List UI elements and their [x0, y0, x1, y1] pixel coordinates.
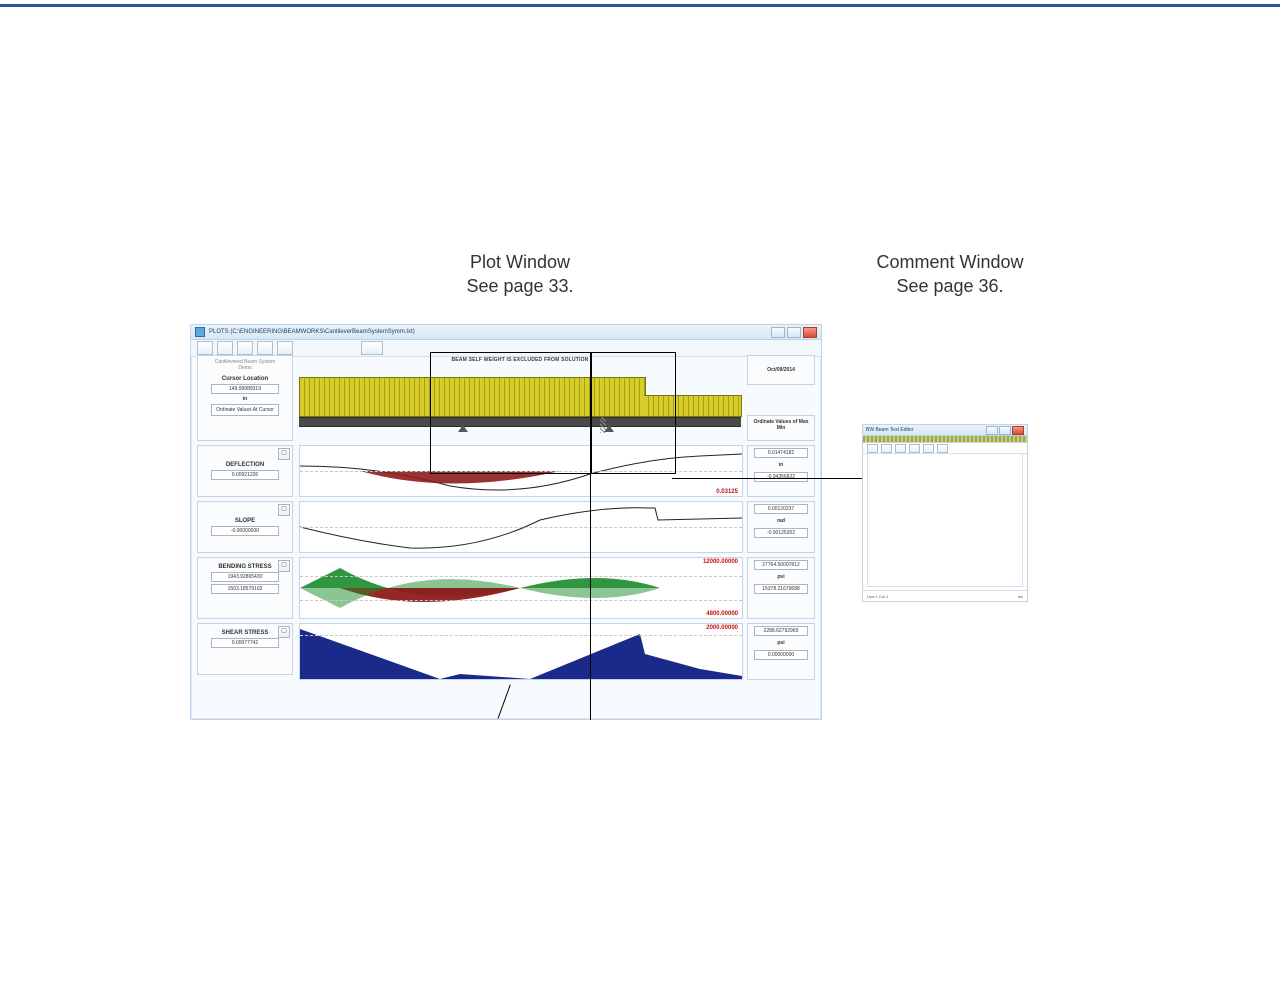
deflection-max: 0.01474182 — [754, 448, 809, 458]
page-top-rule — [0, 4, 1280, 7]
deflection-min: -0.04356822 — [754, 472, 809, 482]
plot-column: BEAM SELF WEIGHT IS EXCLUDED FROM SOLUTI… — [299, 355, 741, 719]
bending-ref-label-2: 4800.00000 — [706, 611, 738, 617]
shear-value: 0.00077742 — [211, 638, 279, 648]
ordinate-values-at-cursor-label: Ordinate Values At Cursor — [211, 404, 279, 416]
deflection-ref-label: 0.03125 — [716, 489, 738, 495]
bending-curve — [300, 558, 742, 618]
cursor-location-value: 149.99989319 — [211, 384, 279, 394]
shear-curve — [300, 624, 742, 679]
left-info-column: Cantilevered Beam System Demo Cursor Loc… — [197, 355, 293, 719]
comment-window-titlebar[interactable]: BW Beam Text Editor — [863, 425, 1027, 436]
comment-status-left: Line 1 Col 1 — [867, 594, 888, 599]
shear-ref-label: 2000.00000 — [706, 625, 738, 631]
annotation-comment-see: See page 36. — [810, 274, 1090, 298]
slope-toggle-icon[interactable]: ▢ — [278, 504, 290, 516]
shear-min: 0.00000000 — [754, 650, 809, 660]
support-left — [458, 425, 468, 432]
comment-window: BW Beam Text Editor Line 1 Col 1 Ins — [862, 424, 1028, 602]
deflection-plot[interactable]: 0.03125 — [299, 445, 743, 497]
comment-close-button[interactable] — [1012, 426, 1024, 435]
comment-status-right: Ins — [1018, 594, 1023, 599]
comment-minimize-button[interactable] — [986, 426, 998, 435]
annotation-arrow-line — [672, 478, 892, 479]
slope-label: SLOPE — [198, 516, 292, 524]
comment-tool-copy-icon[interactable] — [937, 444, 948, 453]
shear-unit-r: psi — [748, 638, 814, 648]
bending-plot[interactable]: 12000.00000 4800.00000 — [299, 557, 743, 619]
comment-tool-new-icon[interactable] — [867, 444, 878, 453]
comment-statusbar: Line 1 Col 1 Ins — [863, 590, 1027, 601]
annotation-plot-title: Plot Window — [380, 250, 660, 274]
cursor-location-label: Cursor Location — [198, 374, 292, 382]
toolbar-btn-1[interactable] — [197, 341, 213, 355]
comment-tool-save-icon[interactable] — [895, 444, 906, 453]
bending-max: 27764.50007812 — [754, 560, 809, 570]
toolbar-btn-4[interactable] — [257, 341, 273, 355]
plot-window: PLOTS (C:\ENGINEERING\BEAMWORKS\Cantilev… — [190, 324, 822, 720]
shear-plot[interactable]: 2000.00000 — [299, 623, 743, 680]
deflection-unit-r: in — [748, 460, 814, 470]
distributed-load-tail — [644, 395, 742, 417]
annotation-comment: Comment Window See page 36. — [810, 250, 1090, 298]
comment-window-title: BW Beam Text Editor — [866, 427, 913, 433]
app-icon — [195, 327, 205, 337]
bending-toggle-icon[interactable]: ▢ — [278, 560, 290, 572]
shear-max: 2288.62792969 — [754, 626, 809, 636]
slope-min: -0.00125302 — [754, 528, 809, 538]
bending-ref-label-1: 12000.00000 — [703, 559, 738, 565]
maximize-button[interactable] — [787, 327, 801, 338]
comment-header-decor — [863, 436, 1027, 443]
plot-window-title: PLOTS (C:\ENGINEERING\BEAMWORKS\Cantilev… — [209, 329, 415, 335]
cursor-location-unit: in — [198, 396, 292, 402]
beam-bar — [299, 417, 741, 427]
bending-value-2: 1503.18579102 — [211, 584, 279, 594]
annotation-comment-title: Comment Window — [810, 250, 1090, 274]
close-button[interactable] — [803, 327, 817, 338]
toolbar-btn-2[interactable] — [217, 341, 233, 355]
comment-tool-open-icon[interactable] — [881, 444, 892, 453]
slope-unit-r: rad — [748, 516, 814, 526]
plot-window-titlebar[interactable]: PLOTS (C:\ENGINEERING\BEAMWORKS\Cantilev… — [191, 325, 821, 340]
spring-icon — [600, 417, 606, 433]
slope-value: -0.00000000 — [211, 526, 279, 536]
slope-max: 0.00120237 — [754, 504, 809, 514]
right-info-column: Oct/09/2014 Ordinate Values of Max Min 0… — [747, 355, 815, 719]
toolbar-btn-3[interactable] — [237, 341, 253, 355]
bending-unit-r: psi — [748, 572, 814, 582]
minimize-button[interactable] — [771, 327, 785, 338]
comment-tool-cut-icon[interactable] — [923, 444, 934, 453]
ordinate-max-min-label: Ordinate Values of Max Min — [748, 416, 814, 433]
deflection-value: 0.00921226 — [211, 470, 279, 480]
deflection-toggle-icon[interactable]: ▢ — [278, 448, 290, 460]
toolbar-btn-5[interactable] — [277, 341, 293, 355]
comment-tool-print-icon[interactable] — [909, 444, 920, 453]
comment-maximize-button[interactable] — [999, 426, 1011, 435]
plot-date: Oct/09/2014 — [767, 365, 795, 375]
annotation-plot-see: See page 33. — [380, 274, 660, 298]
beam-header-note: BEAM SELF WEIGHT IS EXCLUDED FROM SOLUTI… — [299, 357, 741, 365]
annotation-plot: Plot Window See page 33. — [380, 250, 660, 298]
slope-plot[interactable] — [299, 501, 743, 553]
bending-min: 15378.21679688 — [754, 584, 809, 594]
load-diagram — [299, 365, 741, 435]
deflection-label: DEFLECTION — [198, 460, 292, 468]
shear-toggle-icon[interactable]: ▢ — [278, 626, 290, 638]
beam-subtitle: Cantilevered Beam System Demo — [198, 356, 292, 374]
distributed-load-main — [299, 377, 646, 417]
comment-editor[interactable] — [867, 453, 1023, 587]
toolbar-btn-zoom[interactable] — [361, 341, 383, 355]
bending-value-1: 1943.92865430 — [211, 572, 279, 582]
